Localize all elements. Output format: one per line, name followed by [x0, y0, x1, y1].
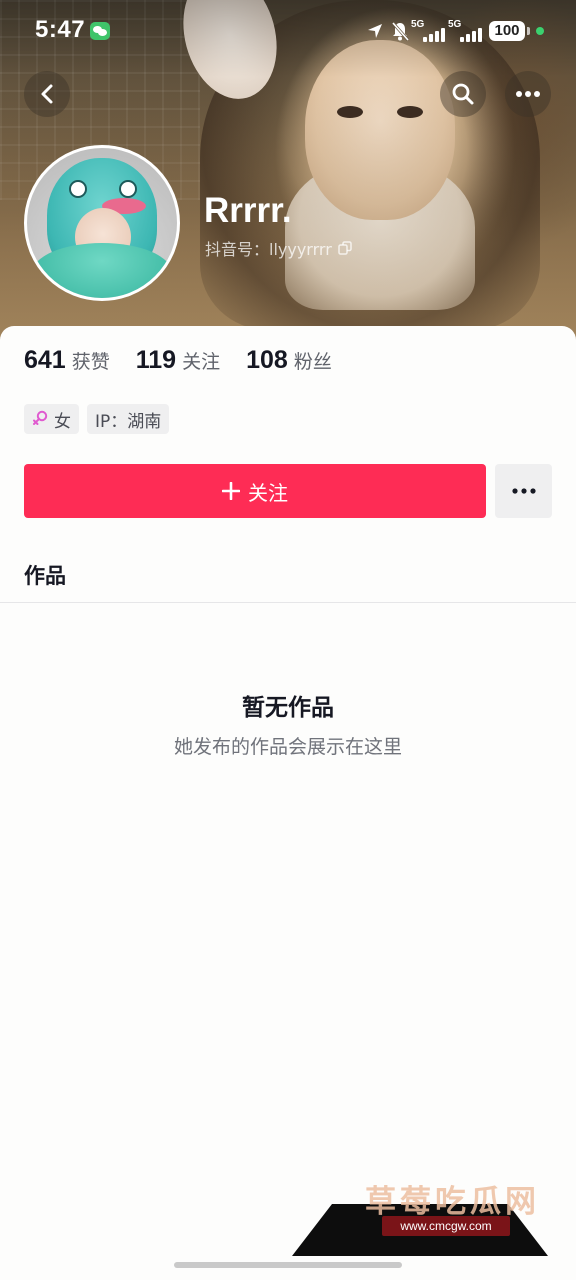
- location-icon: [368, 24, 382, 38]
- home-indicator[interactable]: [174, 1262, 402, 1268]
- stat-followers-value: 108: [246, 346, 288, 374]
- more-icon: [511, 488, 536, 494]
- stat-followers[interactable]: 108 粉丝: [246, 346, 332, 375]
- search-icon: [452, 83, 474, 105]
- profile-id[interactable]: 抖音号：llyyyrrrr: [205, 236, 352, 260]
- female-icon: [33, 410, 48, 425]
- more-options-button[interactable]: [505, 71, 551, 117]
- stat-likes[interactable]: 641 获赞: [24, 346, 110, 375]
- watermark-url: www.cmcgw.com: [382, 1216, 510, 1236]
- empty-state-title: 暂无作品: [242, 695, 334, 721]
- status-bar: 5:47 5G 5G 100: [0, 0, 576, 64]
- stat-following-label: 关注: [182, 351, 221, 373]
- copy-icon[interactable]: [338, 241, 352, 255]
- stats-row: 641 获赞 119 关注 108 粉丝: [24, 346, 358, 375]
- empty-state-subtitle: 她发布的作品会展示在这里: [173, 736, 402, 758]
- stat-following-value: 119: [135, 346, 177, 374]
- search-button[interactable]: [440, 71, 486, 117]
- more-icon: [516, 91, 540, 97]
- signal-icon-2: [460, 26, 482, 42]
- profile-id-text: 抖音号：llyyyrrrr: [205, 240, 332, 259]
- signal-icon-1: [423, 26, 445, 42]
- ip-tag-label: IP：湖南: [95, 411, 162, 432]
- profile-screen: 5:47 5G 5G 100 Rrrrr. 抖音号：llyyyrrrr 641 …: [0, 0, 576, 1280]
- wechat-icon: [90, 22, 110, 40]
- stat-following[interactable]: 119 关注: [136, 346, 220, 375]
- gender-tag: 女: [24, 404, 79, 434]
- tab-works[interactable]: 作品: [24, 560, 66, 590]
- avatar-neck-pillow: [32, 243, 172, 298]
- more-actions-button[interactable]: [495, 464, 552, 518]
- tab-divider: [0, 602, 576, 603]
- silent-icon: [391, 22, 410, 41]
- privacy-indicator-dot: [536, 27, 544, 35]
- follow-button-label: 关注: [248, 480, 288, 505]
- avatar-hood-eye-right: [119, 180, 137, 198]
- battery-tip: [527, 27, 530, 35]
- status-time: 5:47: [35, 16, 86, 43]
- gender-tag-label: 女: [54, 411, 71, 432]
- stat-followers-label: 粉丝: [293, 351, 332, 373]
- ip-tag: IP：湖南: [87, 404, 170, 434]
- avatar-hood-eye-left: [69, 180, 87, 198]
- profile-name: Rrrrr.: [204, 191, 292, 230]
- profile-tags: 女 IP：湖南: [24, 404, 170, 434]
- battery-indicator: 100: [489, 21, 525, 41]
- watermark-title: 草莓吃瓜网: [365, 1184, 540, 1220]
- follow-button[interactable]: 关注: [24, 464, 486, 518]
- profile-card: 641 获赞 119 关注 108 粉丝 女 IP：湖南 关注 作品 暂无作品 …: [0, 326, 576, 1280]
- stat-likes-label: 获赞: [71, 351, 110, 373]
- back-button[interactable]: [24, 71, 70, 117]
- stat-likes-value: 641: [24, 346, 66, 374]
- back-icon: [41, 84, 53, 104]
- avatar[interactable]: [24, 145, 180, 301]
- plus-icon: [222, 482, 240, 500]
